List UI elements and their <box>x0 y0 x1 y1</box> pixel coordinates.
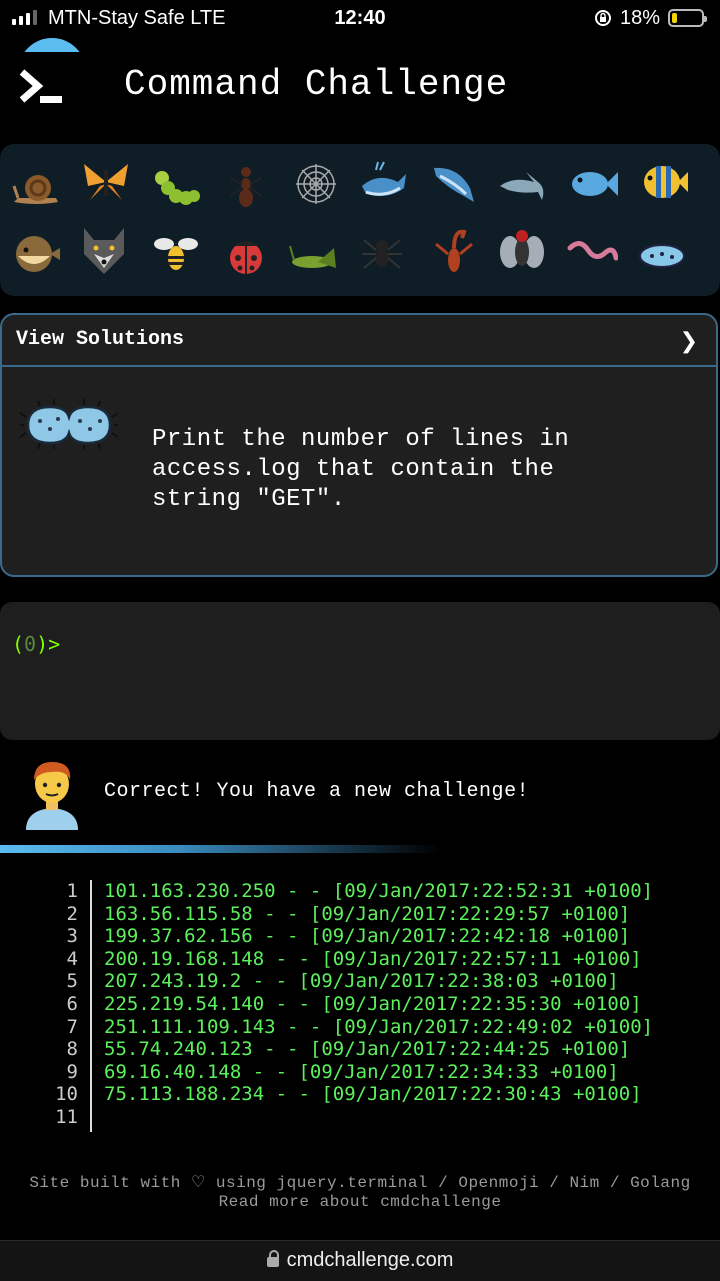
output-line: 3 199.37.62.156 - - [09/Jan/2017:22:42:18… <box>0 925 720 948</box>
view-solutions-label: View Solutions <box>16 328 185 351</box>
line-text: 251.111.109.143 - - [09/Jan/2017:22:49:0… <box>104 1015 654 1038</box>
footer: Site built with ♡ using jquery.terminal … <box>0 1174 720 1212</box>
chevron-right-icon: ❯ <box>679 329 698 354</box>
line-text: 207.243.19.2 - - [09/Jan/2017:22:38:03 +… <box>104 970 619 993</box>
terminal-input-area[interactable]: (0)> <box>0 602 720 740</box>
url-text: cmdchallenge.com <box>286 1249 454 1271</box>
line-number: 10 <box>55 1083 78 1106</box>
tropical-fish-icon[interactable] <box>638 156 690 208</box>
line-number: 3 <box>66 925 78 948</box>
output-line: 2 163.56.115.58 - - [09/Jan/2017:22:29:57… <box>0 903 720 926</box>
output-line: 7 251.111.109.143 - - [09/Jan/2017:22:49:… <box>0 1016 720 1039</box>
spider-web-icon[interactable] <box>290 158 342 210</box>
line-text: 163.56.115.58 - - [09/Jan/2017:22:29:57 … <box>104 902 631 925</box>
spouting-whale-icon[interactable] <box>428 158 480 210</box>
line-number: 7 <box>66 1015 78 1038</box>
status-bar: MTN-Stay Safe LTE 12:40 18% <box>0 0 720 38</box>
line-number: 9 <box>66 1060 78 1083</box>
app-title: Command Challenge <box>124 64 509 105</box>
orientation-lock-icon <box>595 10 611 26</box>
challenge-card: View Solutions ❯ Print the number of lin… <box>0 313 718 577</box>
battery-percent: 18% <box>620 7 661 29</box>
line-number: 2 <box>66 902 78 925</box>
challenge-emoji-panel <box>0 144 720 296</box>
worm-icon[interactable] <box>566 228 619 280</box>
output-line: 11 <box>0 1106 720 1129</box>
honeybee-icon[interactable] <box>150 228 202 280</box>
ant-icon[interactable] <box>220 160 272 212</box>
prompt-close: )> <box>36 632 61 656</box>
fish-icon[interactable] <box>568 158 620 210</box>
output-line: 9 69.16.40.148 - - [09/Jan/2017:22:34:33 … <box>0 1061 720 1084</box>
microbe-icon[interactable] <box>636 230 688 282</box>
avatar-icon <box>26 762 78 830</box>
spider-icon[interactable] <box>356 226 408 278</box>
prompt-count: 0 <box>24 632 37 656</box>
line-text: 200.19.168.148 - - [09/Jan/2017:22:57:11… <box>104 947 642 970</box>
feedback-message: Correct! You have a new challenge! <box>104 780 530 803</box>
line-number: 8 <box>66 1038 78 1061</box>
line-text: 69.16.40.148 - - [09/Jan/2017:22:34:33 +… <box>104 1060 619 1083</box>
microbe-icon <box>20 399 118 449</box>
prompt-open: ( <box>12 632 25 656</box>
caterpillar-icon[interactable] <box>150 162 202 214</box>
scorpion-icon[interactable] <box>428 224 480 276</box>
output-line: 5 207.243.19.2 - - [09/Jan/2017:22:38:03 … <box>0 970 720 993</box>
whale-icon[interactable] <box>358 156 410 208</box>
footer-read-more-link[interactable]: Read more about cmdchallenge <box>0 1193 720 1212</box>
snail-icon[interactable] <box>10 162 62 214</box>
terminal-logo-icon[interactable] <box>16 66 66 110</box>
output-line: 1 101.163.230.250 - - [09/Jan/2017:22:52:… <box>0 880 720 903</box>
clock: 12:40 <box>334 7 386 29</box>
lock-icon <box>266 1250 279 1267</box>
line-number: 11 <box>55 1105 78 1128</box>
output-line: 4 200.19.168.148 - - [09/Jan/2017:22:57:1… <box>0 948 720 971</box>
line-number: 4 <box>66 947 78 970</box>
line-number: 6 <box>66 992 78 1015</box>
view-solutions-toggle[interactable]: View Solutions ❯ <box>2 315 716 367</box>
butterfly-icon[interactable] <box>80 156 132 208</box>
line-number: 5 <box>66 970 78 993</box>
line-number: 1 <box>66 880 78 902</box>
blowfish-icon[interactable] <box>10 226 62 278</box>
output-line: 6 225.219.54.140 - - [09/Jan/2017:22:35:3… <box>0 993 720 1016</box>
footer-credits: Site built with ♡ using jquery.terminal … <box>29 1174 691 1192</box>
dolphin-icon[interactable] <box>498 160 550 212</box>
line-text: 225.219.54.140 - - [09/Jan/2017:22:35:30… <box>104 992 642 1015</box>
line-text: 75.113.188.234 - - [09/Jan/2017:22:30:43… <box>104 1083 642 1106</box>
divider-glow <box>0 845 440 853</box>
browser-url-bar[interactable]: cmdchallenge.com <box>0 1240 720 1281</box>
lady-beetle-icon[interactable] <box>220 228 272 280</box>
terminal-prompt[interactable]: (0)> <box>12 632 60 656</box>
output-line: 8 55.74.240.123 - - [09/Jan/2017:22:44:25… <box>0 1038 720 1061</box>
fly-icon[interactable] <box>496 224 548 276</box>
cricket-icon[interactable] <box>288 230 340 282</box>
wolf-icon[interactable] <box>78 224 130 276</box>
line-text: 55.74.240.123 - - [09/Jan/2017:22:44:25 … <box>104 1038 631 1061</box>
battery-icon <box>668 9 707 27</box>
challenge-task-text: Print the number of lines in access.log … <box>152 426 570 513</box>
command-output: 1 101.163.230.250 - - [09/Jan/2017:22:52:… <box>0 880 720 1134</box>
output-line: 10 75.113.188.234 - - [09/Jan/2017:22:30:… <box>0 1083 720 1106</box>
line-text: 199.37.62.156 - - [09/Jan/2017:22:42:18 … <box>104 925 631 948</box>
line-text: 101.163.230.250 - - [09/Jan/2017:22:52:3… <box>104 880 654 902</box>
